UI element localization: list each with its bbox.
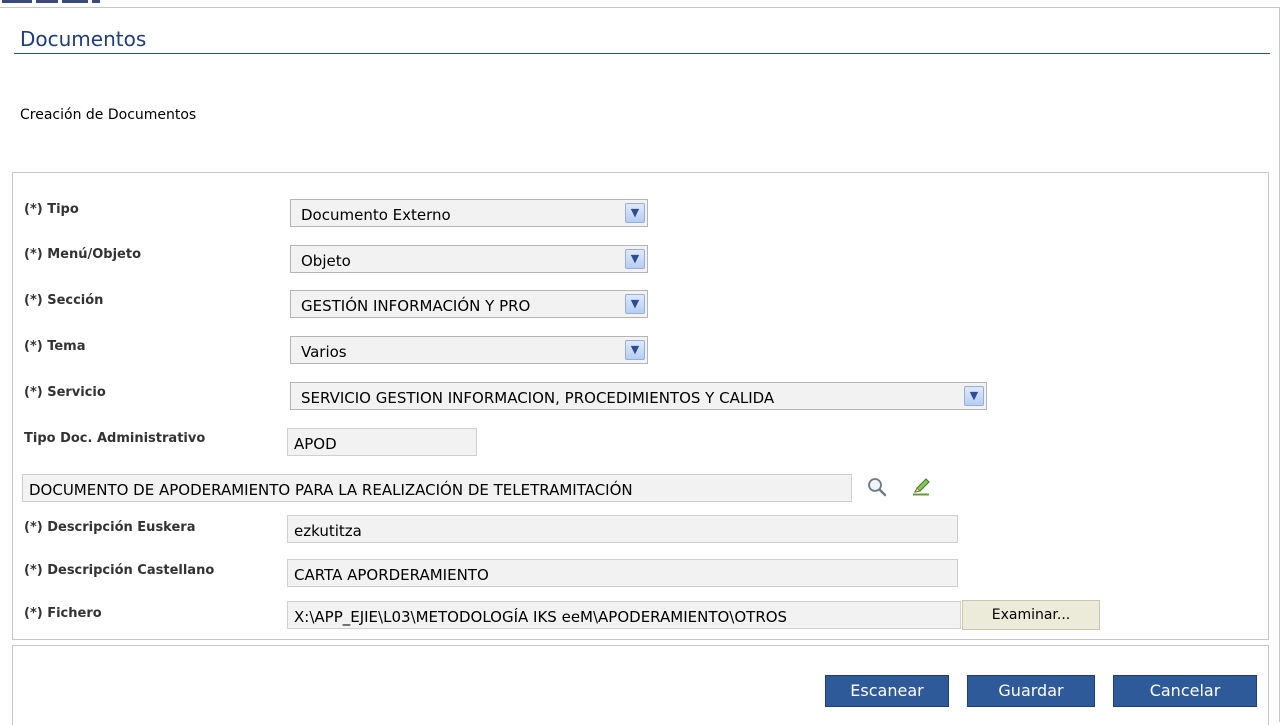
tipo-doc-admin-input[interactable]: APOD [287, 428, 477, 456]
page-subtitle: Creación de Documentos [20, 107, 197, 123]
servicio-value: SERVICIO GESTION INFORMACION, PROCEDIMIE… [301, 389, 775, 407]
scan-button[interactable]: Escanear [825, 675, 949, 707]
fichero-label: (*) Fichero [24, 606, 102, 621]
seccion-label: (*) Sección [24, 293, 104, 308]
desc-euskera-input[interactable]: ezkutitza [287, 515, 958, 543]
menu-objeto-label: (*) Menú/Objeto [24, 247, 141, 262]
magnifier-icon[interactable] [866, 476, 888, 498]
menu-objeto-value: Objeto [301, 252, 351, 270]
menu-objeto-select[interactable]: Objeto ▼ [290, 245, 648, 273]
desc-castellano-input[interactable]: CARTA APORDERAMIENTO [287, 559, 958, 587]
tema-value: Varios [301, 343, 347, 361]
documento-description-field[interactable]: DOCUMENTO DE APODERAMIENTO PARA LA REALI… [22, 474, 852, 502]
desc-castellano-label: (*) Descripción Castellano [24, 563, 215, 578]
tema-label: (*) Tema [24, 339, 86, 354]
tipo-select[interactable]: Documento Externo ▼ [290, 199, 648, 227]
servicio-label: (*) Servicio [24, 385, 106, 400]
tipo-label: (*) Tipo [24, 202, 79, 217]
seccion-select[interactable]: GESTIÓN INFORMACIÓN Y PRO ▼ [290, 290, 648, 318]
fichero-path-input[interactable]: X:\APP_EJIE\L03\METODOLOGÍA IKS eeM\APOD… [287, 601, 961, 629]
chevron-down-icon[interactable]: ▼ [625, 294, 645, 314]
save-button[interactable]: Guardar [967, 675, 1095, 707]
cancel-button[interactable]: Cancelar [1113, 675, 1257, 707]
chevron-down-icon[interactable]: ▼ [625, 249, 645, 269]
title-divider [14, 53, 1270, 54]
header-decoration [2, 0, 182, 6]
pencil-check-icon[interactable] [910, 476, 932, 498]
tipo-value: Documento Externo [301, 206, 451, 224]
tema-select[interactable]: Varios ▼ [290, 336, 648, 364]
servicio-select[interactable]: SERVICIO GESTION INFORMACION, PROCEDIMIE… [290, 382, 987, 410]
browse-button[interactable]: Examinar... [962, 600, 1100, 630]
chevron-down-icon[interactable]: ▼ [625, 340, 645, 360]
chevron-down-icon[interactable]: ▼ [625, 203, 645, 223]
chevron-down-icon[interactable]: ▼ [964, 386, 984, 406]
page-title: Documentos [20, 27, 147, 51]
desc-euskera-label: (*) Descripción Euskera [24, 520, 196, 535]
tipo-doc-admin-label: Tipo Doc. Administrativo [24, 431, 206, 446]
seccion-value: GESTIÓN INFORMACIÓN Y PRO [301, 297, 531, 315]
